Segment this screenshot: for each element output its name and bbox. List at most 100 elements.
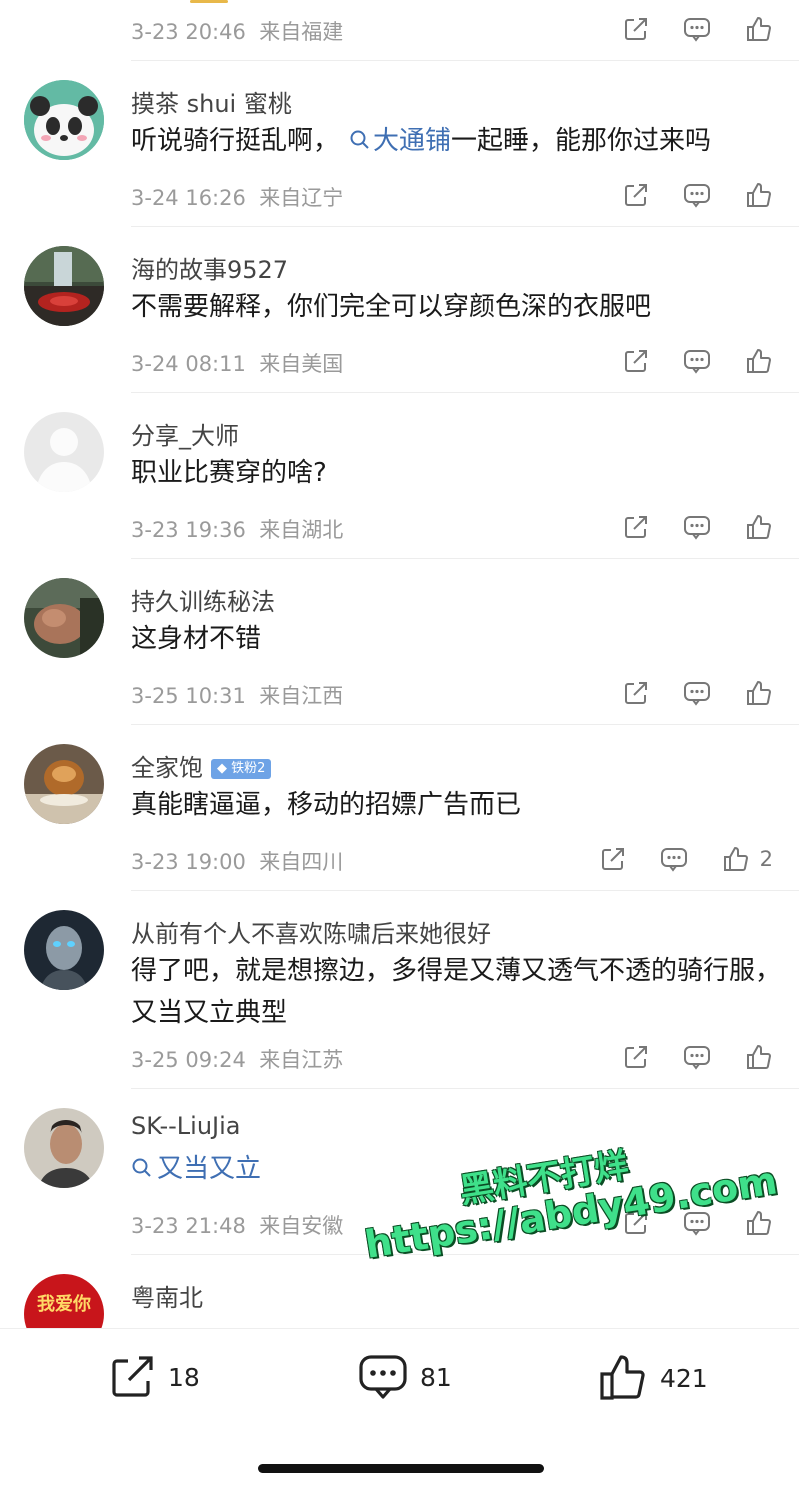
comment-username[interactable]: 摸茶 shui 蜜桃 [131,84,292,119]
comment-username[interactable]: 粤南北 [131,1278,203,1313]
share-button[interactable] [623,16,649,42]
comment-action[interactable]: 81 [358,1353,452,1401]
comment-username[interactable]: 从前有个人不喜欢陈啸后来她很好 [131,914,491,949]
comment-text: 这身材不错 [131,624,262,654]
comment-icon [684,350,710,374]
search-icon [350,130,369,149]
comment-username[interactable]: 持久训练秘法 [131,582,275,617]
username-text: 全家饱 [131,754,203,782]
comment-actions [589,678,773,708]
comment-actions [589,1042,773,1072]
topic-link-text: 大通铺 [373,126,452,156]
divider [131,392,799,393]
comment-icon [684,516,710,540]
share-button[interactable] [600,846,626,872]
fan-badge: ◆ 铁粉2 [211,759,272,779]
avatar[interactable] [24,744,104,824]
reply-button[interactable] [683,16,711,42]
thumbs-up-icon [747,183,771,207]
divider [131,1088,799,1089]
share-action[interactable]: 18 [108,1353,200,1401]
default-avatar-image [24,412,104,492]
comment-username[interactable]: 海的故事9527 [131,250,288,285]
share-button[interactable] [623,514,649,540]
reply-button[interactable] [683,182,711,208]
comment-time: 3-23 20:46 [131,20,246,44]
search-icon [132,1158,151,1177]
like-button[interactable] [745,181,773,209]
like-button[interactable] [745,1209,773,1237]
comment-text: 不需要解释，你们完全可以穿颜色深的衣服吧 [131,292,652,322]
avatar[interactable] [24,412,104,492]
comment-text: 真能瞎逼逼，移动的招嫖广告而已 [131,790,522,820]
comment-username[interactable]: 分享_大师 [131,416,239,451]
divider [131,60,799,61]
comment-actions [589,180,773,210]
comment-location: 来自湖北 [259,518,344,542]
avatar-text: 我爱你 [37,1294,91,1315]
divider [131,724,799,725]
thumbs-up-icon [747,17,771,41]
home-indicator [258,1464,544,1473]
share-icon [601,848,624,870]
topic-link[interactable]: 大通铺 [339,126,451,156]
comment-icon [684,1046,710,1070]
share-button[interactable] [623,1044,649,1070]
comment-location: 来自安徽 [259,1214,344,1238]
comment-actions: 2 [566,844,773,874]
comment-location: 来自江苏 [259,1048,344,1072]
comment-username[interactable]: 全家饱 ◆ 铁粉2 [131,748,272,783]
share-icon [625,350,647,372]
avatar[interactable]: 我爱你 [24,1274,104,1328]
share-button[interactable] [623,348,649,374]
avatar[interactable] [24,1108,104,1188]
reply-button[interactable] [683,348,711,374]
divider [131,1254,799,1255]
share-button[interactable] [623,680,649,706]
comment-time: 3-24 08:11 [131,352,246,376]
like-button[interactable] [745,347,773,375]
comment-meta: 3-25 10:31 来自江西 [131,680,343,710]
share-icon [625,18,647,40]
comment-feed: 3-23 20:46 来自福建 摸茶 shui 蜜桃 听说骑行挺乱啊， 大通铺一… [0,0,799,1328]
thumbs-up-icon [747,681,771,705]
comment-actions [589,346,773,376]
cyborg-avatar-image [24,910,104,990]
like-button[interactable] [745,1043,773,1071]
comment-time: 3-23 21:48 [131,1214,246,1238]
comment-time: 3-23 19:36 [131,518,246,542]
share-icon [625,184,647,206]
thumbs-up-icon [747,349,771,373]
like-button[interactable]: 2 [722,845,773,873]
fan-badge-text: 铁粉2 [231,761,266,776]
comment-meta: 3-23 19:36 来自湖北 [131,514,343,544]
comment-count: 81 [420,1362,452,1392]
topic-link[interactable]: 又当又立 [131,1154,261,1184]
avatar[interactable] [24,80,104,160]
like-button[interactable] [745,679,773,707]
reply-button[interactable] [660,846,688,872]
share-button[interactable] [623,182,649,208]
like-action[interactable]: 421 [598,1353,708,1403]
comment-actions [589,512,773,542]
topic-link-text: 又当又立 [157,1154,262,1184]
thumbs-up-icon [747,1211,771,1235]
diamond-icon: ◆ [217,761,227,776]
comment-location: 来自四川 [259,850,344,874]
like-button[interactable] [745,513,773,541]
like-count: 421 [660,1363,708,1393]
panda-avatar-image [24,80,104,160]
avatar[interactable] [24,910,104,990]
avatar[interactable] [24,246,104,326]
reply-button[interactable] [683,1044,711,1070]
comment-meta: 3-23 20:46 来自福建 [131,16,343,46]
comment-username[interactable]: SK--LiuJia [131,1112,240,1140]
reply-button[interactable] [683,680,711,706]
comment-meta: 3-24 08:11 来自美国 [131,348,343,378]
like-count: 2 [759,847,773,871]
comment-text: 职业比赛穿的啥? [131,458,327,488]
avatar[interactable] [24,578,104,658]
reply-button[interactable] [683,514,711,540]
like-button[interactable] [745,15,773,43]
comment-meta: 3-24 16:26 来自辽宁 [131,182,343,212]
